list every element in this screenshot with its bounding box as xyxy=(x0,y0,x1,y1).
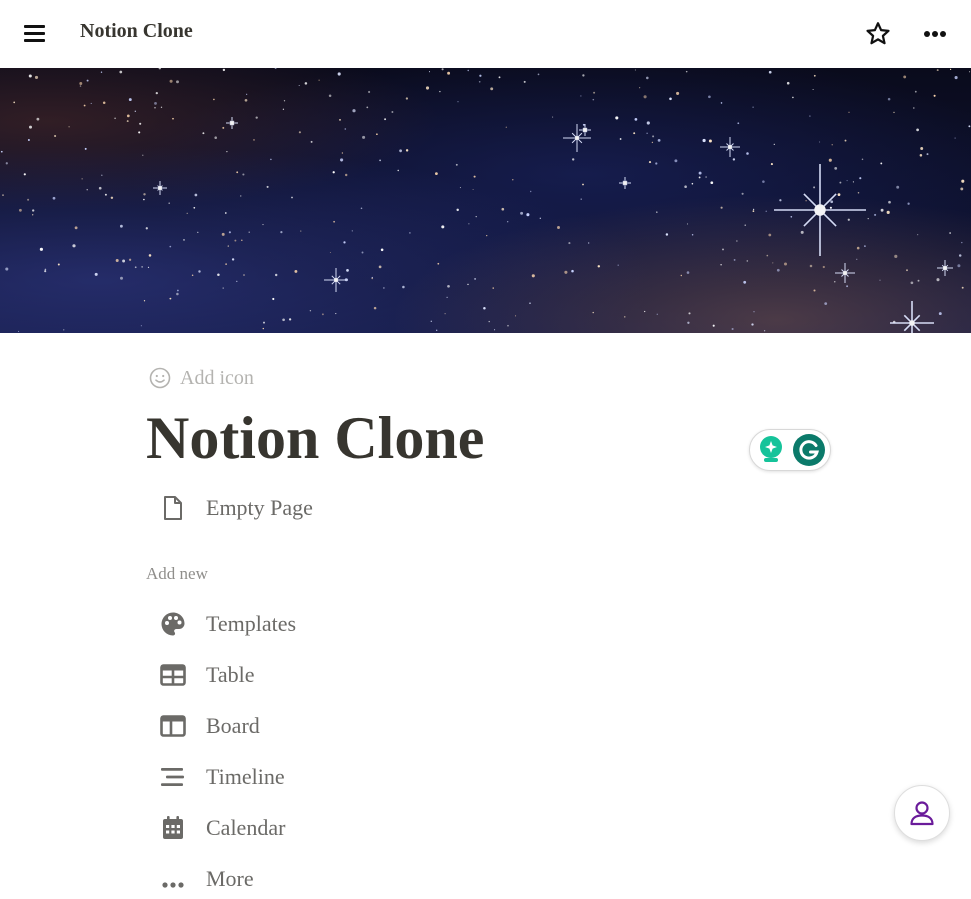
cover-image[interactable] xyxy=(0,68,971,333)
lightbulb-icon[interactable] xyxy=(760,436,782,462)
add-new-heading: Add new xyxy=(146,564,208,583)
add-calendar-label: Calendar xyxy=(206,815,286,840)
palette-icon xyxy=(146,604,200,644)
add-icon-label: Add icon xyxy=(180,366,254,389)
add-more-label: More xyxy=(206,866,254,891)
smiley-icon xyxy=(149,367,171,389)
add-calendar-item[interactable]: Calendar xyxy=(146,808,285,848)
subpage-label: Empty Page xyxy=(206,495,313,520)
starfield-graphic xyxy=(0,68,971,333)
add-board-item[interactable]: Board xyxy=(146,706,260,746)
add-board-label: Board xyxy=(206,713,260,738)
grammarly-icon[interactable] xyxy=(793,434,825,466)
subpage-link[interactable]: Empty Page xyxy=(146,488,313,528)
hamburger-icon[interactable] xyxy=(22,22,48,46)
add-table-label: Table xyxy=(206,662,255,687)
table-icon xyxy=(146,655,200,695)
star-outline-icon[interactable] xyxy=(864,20,892,48)
add-more-item[interactable]: More xyxy=(146,859,254,899)
add-timeline-label: Timeline xyxy=(206,764,285,789)
more-icon xyxy=(146,859,200,899)
board-icon xyxy=(146,706,200,746)
file-icon xyxy=(146,488,200,528)
add-timeline-item[interactable]: Timeline xyxy=(146,757,285,797)
page-title[interactable]: Notion Clone xyxy=(146,400,484,476)
app-title: Notion Clone xyxy=(80,20,193,42)
add-templates-item[interactable]: Templates xyxy=(146,604,296,644)
more-horizontal-icon[interactable] xyxy=(922,22,950,46)
user-icon xyxy=(910,801,934,826)
add-templates-label: Templates xyxy=(206,611,297,636)
add-icon-button[interactable]: Add icon xyxy=(148,364,254,392)
add-table-item[interactable]: Table xyxy=(146,655,255,695)
top-bar: Notion Clone xyxy=(0,0,971,68)
timeline-icon xyxy=(146,757,200,797)
grammarly-widget[interactable] xyxy=(749,429,831,471)
account-button[interactable] xyxy=(894,785,950,841)
calendar-icon xyxy=(146,808,200,848)
